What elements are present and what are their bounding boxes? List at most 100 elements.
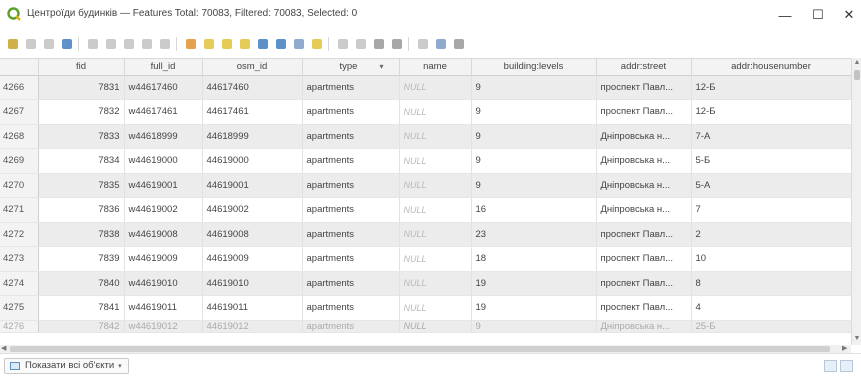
delete-field-icon[interactable] (352, 35, 370, 53)
cell-name[interactable]: NULL (399, 124, 472, 149)
cell-type[interactable]: apartments (302, 271, 400, 296)
cell-building-levels[interactable]: 9 (471, 99, 597, 125)
cell-addr-street[interactable]: Дніпровська н... (596, 148, 692, 174)
column-header-osm-id[interactable]: osm_id (202, 59, 303, 76)
cell-addr-street[interactable]: проспект Павл... (596, 271, 692, 296)
cell-type[interactable]: apartments (302, 124, 400, 149)
filter-select-icon[interactable] (254, 35, 272, 53)
cell-osm-id[interactable]: 44619010 (202, 271, 303, 296)
cell-osm-id[interactable]: 44618999 (202, 124, 303, 149)
scroll-left-icon[interactable]: ◀ (1, 345, 6, 353)
row-number[interactable]: 4274 (0, 271, 39, 296)
cell-fid[interactable]: 7842 (38, 320, 125, 333)
cell-name[interactable]: NULL (399, 75, 472, 100)
cell-type[interactable]: apartments (302, 295, 400, 321)
cell-building-levels[interactable]: 9 (471, 75, 597, 100)
cell-building-levels[interactable]: 23 (471, 222, 597, 247)
cell-addr-street[interactable]: проспект Павл... (596, 75, 692, 100)
cell-name[interactable]: NULL (399, 246, 472, 272)
cell-full-id[interactable]: w44619001 (124, 173, 203, 198)
move-selection-top-icon[interactable] (272, 35, 290, 53)
cell-addr-street[interactable]: Дніпровська н... (596, 197, 692, 223)
scroll-up-icon[interactable]: ▲ (853, 59, 861, 67)
horizontal-scrollbar[interactable]: ◀ ▶ (0, 345, 851, 353)
table-row[interactable]: 4271 7836 w44619002 44619002 apartments NULL 1… (0, 197, 851, 223)
cell-type[interactable]: apartments (302, 222, 400, 247)
column-header-fid[interactable]: fid (38, 59, 125, 76)
cell-osm-id[interactable]: 44617460 (202, 75, 303, 100)
maximize-button[interactable]: ☐ (803, 4, 833, 26)
cell-addr-housenumber[interactable]: 10 (691, 246, 851, 272)
cell-building-levels[interactable]: 19 (471, 271, 597, 296)
column-header-addr-street[interactable]: addr:street (596, 59, 692, 76)
select-all-icon[interactable] (200, 35, 218, 53)
table-row[interactable]: 4269 7834 w44619000 44619000 apartments NULL 9… (0, 148, 851, 174)
row-number-header[interactable] (0, 59, 39, 76)
column-header-name[interactable]: name (399, 59, 472, 76)
cell-addr-housenumber[interactable]: 12-Б (691, 99, 851, 125)
cell-name[interactable]: NULL (399, 320, 472, 333)
row-number[interactable]: 4268 (0, 124, 39, 149)
cell-fid[interactable]: 7831 (38, 75, 125, 100)
cell-type[interactable]: apartments (302, 197, 400, 223)
form-view-icon[interactable] (840, 360, 853, 372)
cell-full-id[interactable]: w44617461 (124, 99, 203, 125)
row-number[interactable]: 4267 (0, 99, 39, 125)
select-expression-icon[interactable] (182, 35, 200, 53)
field-calculator-icon[interactable] (370, 35, 388, 53)
cell-full-id[interactable]: w44619002 (124, 197, 203, 223)
pan-to-selected-icon[interactable] (290, 35, 308, 53)
cell-building-levels[interactable]: 9 (471, 320, 597, 333)
cell-addr-street[interactable]: проспект Павл... (596, 222, 692, 247)
copy-icon[interactable] (138, 35, 156, 53)
cell-osm-id[interactable]: 44619012 (202, 320, 303, 333)
column-header-full-id[interactable]: full_id (124, 59, 203, 76)
row-number[interactable]: 4272 (0, 222, 39, 247)
cell-addr-street[interactable]: Дніпровська н... (596, 320, 692, 333)
cell-fid[interactable]: 7840 (38, 271, 125, 296)
zoom-map-icon[interactable] (432, 35, 450, 53)
cell-addr-housenumber[interactable]: 5-А (691, 173, 851, 198)
reload-table-icon[interactable] (58, 35, 76, 53)
table-row[interactable]: 4276 7842 w44619012 44619012 apartments NULL 9… (0, 320, 851, 333)
vertical-scroll-thumb[interactable] (854, 70, 860, 80)
toggle-editing-icon[interactable] (4, 35, 22, 53)
cell-osm-id[interactable]: 44619009 (202, 246, 303, 272)
conditional-formatting-icon[interactable] (388, 35, 406, 53)
cell-addr-housenumber[interactable]: 7 (691, 197, 851, 223)
cell-osm-id[interactable]: 44619011 (202, 295, 303, 321)
row-number[interactable]: 4273 (0, 246, 39, 272)
cell-addr-street[interactable]: Дніпровська н... (596, 173, 692, 198)
toggle-multi-edit-icon[interactable] (22, 35, 40, 53)
cell-fid[interactable]: 7833 (38, 124, 125, 149)
cell-osm-id[interactable]: 44617461 (202, 99, 303, 125)
cell-type[interactable]: apartments (302, 320, 400, 333)
zoom-to-selected-icon[interactable] (308, 35, 326, 53)
cell-addr-housenumber[interactable]: 12-Б (691, 75, 851, 100)
cell-fid[interactable]: 7841 (38, 295, 125, 321)
column-header-type[interactable]: type ▾ (302, 59, 400, 76)
row-number[interactable]: 4266 (0, 75, 39, 100)
cell-fid[interactable]: 7834 (38, 148, 125, 174)
dock-table-icon[interactable] (450, 35, 468, 53)
table-row[interactable]: 4266 7831 w44617460 44617460 apartments NULL 9… (0, 75, 851, 100)
table-row[interactable]: 4267 7832 w44617461 44617461 apartments NULL 9… (0, 99, 851, 125)
actions-icon[interactable] (414, 35, 432, 53)
cell-full-id[interactable]: w44619009 (124, 246, 203, 272)
scroll-right-icon[interactable]: ▶ (842, 345, 847, 353)
table-row[interactable]: 4275 7841 w44619011 44619011 apartments NULL 1… (0, 295, 851, 321)
minimize-button[interactable]: — (770, 4, 800, 26)
row-number[interactable]: 4276 (0, 320, 39, 333)
cell-full-id[interactable]: w44619000 (124, 148, 203, 174)
cell-full-id[interactable]: w44619011 (124, 295, 203, 321)
cell-name[interactable]: NULL (399, 222, 472, 247)
cell-name[interactable]: NULL (399, 197, 472, 223)
cell-building-levels[interactable]: 9 (471, 124, 597, 149)
cut-icon[interactable] (120, 35, 138, 53)
horizontal-scroll-thumb[interactable] (10, 346, 830, 352)
cell-type[interactable]: apartments (302, 173, 400, 198)
cell-full-id[interactable]: w44618999 (124, 124, 203, 149)
cell-name[interactable]: NULL (399, 148, 472, 174)
table-row[interactable]: 4272 7838 w44619008 44619008 apartments NULL 2… (0, 222, 851, 247)
cell-full-id[interactable]: w44617460 (124, 75, 203, 100)
